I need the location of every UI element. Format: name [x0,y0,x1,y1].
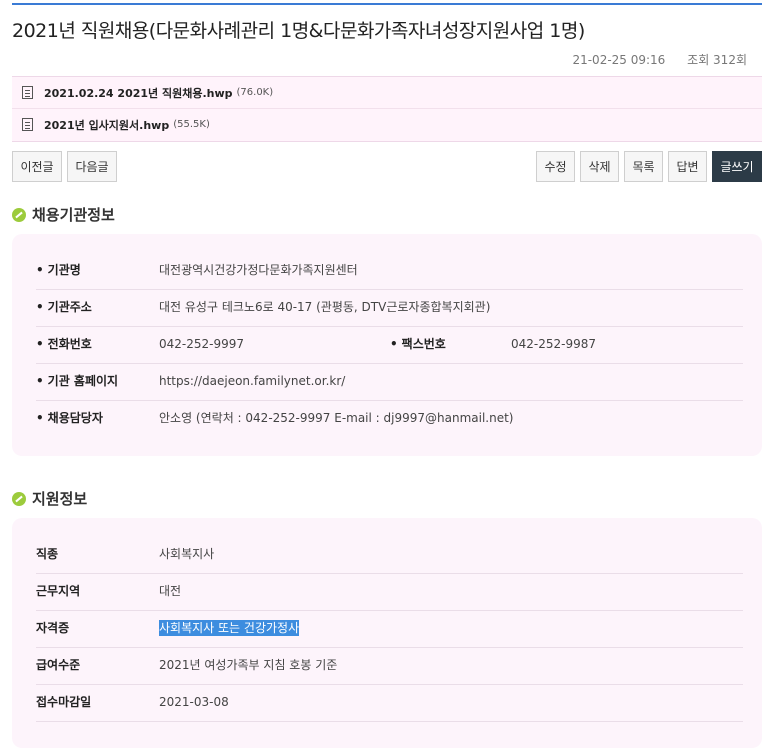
info-label: 근무지역 [36,584,81,598]
file-icon [22,118,33,131]
info-label: 자격증 [36,621,70,635]
prev-post-button[interactable]: 이전글 [12,151,62,182]
apply-section-heading: 지원정보 [12,488,87,509]
info-label: 기관 홈페이지 [36,363,118,400]
info-row: 기관주소 대전 유성구 테크노6로 40-17 (관평동, DTV근로자종합복지… [36,289,743,327]
attachment-size: (55.5K) [173,119,210,130]
info-value: 2021-03-08 [159,695,229,709]
edit-button[interactable]: 수정 [536,151,575,182]
info-value: 대전광역시건강가정다문화가족지원센터 [159,263,358,277]
write-button[interactable]: 글쓰기 [712,151,762,182]
next-post-button[interactable]: 다음글 [67,151,117,182]
info-value: 042-252-9997 [159,337,245,351]
org-info-card: 기관명 대전광역시건강가정다문화가족지원센터 기관주소 대전 유성구 테크노6로… [12,234,762,456]
selected-text: 사회복지사 또는 건강가정사 [159,620,300,636]
delete-button[interactable]: 삭제 [580,151,619,182]
org-section-heading: 채용기관정보 [12,204,115,225]
info-value: 안소영 (연락처 : 042-252-9997 E-mail : dj9997@… [159,411,514,425]
post-title: 2021년 직원채용(다문화사례관리 1명&다문화가족자녀성장지원사업 1명) [12,20,585,42]
info-row: 직종 사회복지사 [36,536,743,574]
top-border [12,3,762,5]
attachment-list: 2021.02.24 2021년 직원채용.hwp (76.0K) 2021년 … [12,76,762,142]
info-value: 2021년 여성가족부 지침 호봉 기준 [159,658,338,672]
info-value: 대전 [159,584,182,598]
attachment-name[interactable]: 2021년 입사지원서.hwp [44,117,169,133]
info-value: 사회복지사 또는 건강가정사 [159,610,300,647]
attachment-name[interactable]: 2021.02.24 2021년 직원채용.hwp [44,85,233,101]
org-section-title: 채용기관정보 [32,206,115,224]
info-row: 전화번호 042-252-9997 팩스번호 042-252-9987 [36,326,743,364]
leaf-icon [12,491,26,506]
post-meta: 21-02-25 09:16 조회 312회 [572,51,747,68]
info-value: 대전 유성구 테크노6로 40-17 (관평동, DTV근로자종합복지회관) [159,300,491,314]
post-views: 조회 312회 [687,53,747,67]
list-button[interactable]: 목록 [624,151,663,182]
info-label: 팩스번호 [390,326,446,363]
info-label: 직종 [36,547,59,561]
homepage-link[interactable]: https://daejeon.familynet.or.kr/ [159,363,345,400]
leaf-icon [12,207,26,222]
attachment-size: (76.0K) [236,87,274,98]
info-value: 사회복지사 [159,547,215,561]
info-row: 채용담당자 안소영 (연락처 : 042-252-9997 E-mail : d… [36,400,743,437]
info-label: 접수마감일 [36,695,92,709]
info-label: 급여수준 [36,658,81,672]
info-row: 급여수준 2021년 여성가족부 지침 호봉 기준 [36,647,743,685]
attachment-item[interactable]: 2021년 입사지원서.hwp (55.5K) [12,109,762,140]
info-label: 채용담당자 [36,400,103,437]
apply-section-title: 지원정보 [32,490,88,508]
info-row: 기관명 대전광역시건강가정다문화가족지원센터 [36,252,743,290]
info-label: 기관주소 [36,289,92,326]
info-row: 접수마감일 2021-03-08 [36,684,743,722]
post-date: 21-02-25 09:16 [572,53,666,67]
info-row: 자격증 사회복지사 또는 건강가정사 [36,610,743,648]
apply-info-card: 직종 사회복지사 근무지역 대전 자격증 사회복지사 또는 건강가정사 급여수준… [12,518,762,748]
reply-button[interactable]: 답변 [668,151,707,182]
attachment-item[interactable]: 2021.02.24 2021년 직원채용.hwp (76.0K) [12,77,762,109]
info-row: 근무지역 대전 [36,573,743,611]
info-row: 기관 홈페이지 https://daejeon.familynet.or.kr/ [36,363,743,401]
info-label: 기관명 [36,252,81,289]
file-icon [22,86,33,99]
info-label: 전화번호 [36,326,92,363]
info-value: 042-252-9987 [511,337,597,351]
